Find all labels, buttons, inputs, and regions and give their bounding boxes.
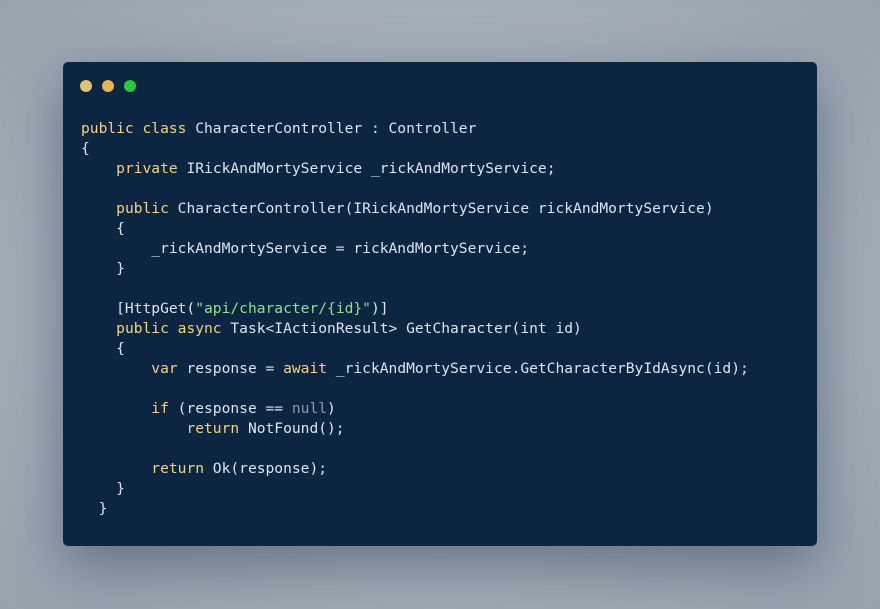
code-null: null [291,400,328,417]
code-line: var response = await _rickAndMortyServic… [81,359,749,379]
close-dot-icon[interactable] [80,80,92,92]
code-keyword: await [283,360,328,377]
code-line: return NotFound(); [81,419,749,439]
code-line: { [81,219,749,239]
code-text: } [81,480,125,497]
code-text: (response == [168,400,292,417]
code-text: } [81,500,108,517]
code-string: "api/character/{id}" [195,300,371,317]
code-text: _rickAndMortyService.GetCharacterByIdAsy… [327,360,749,377]
code-line: { [81,339,749,359]
code-keyword: var [151,360,178,377]
code-text: CharacterController : Controller [186,120,477,137]
code-line: } [81,259,749,279]
code-text: response = [177,360,284,377]
code-line: _rickAndMortyService = rickAndMortyServi… [81,239,749,259]
code-text: { [81,220,125,237]
code-text: CharacterController(IRickAndMortyService… [168,200,714,217]
code-line: } [81,499,749,519]
maximize-dot-icon[interactable] [124,80,136,92]
code-text: { [81,140,90,157]
code-text: Task<IActionResult> GetCharacter(int id) [221,320,582,337]
code-text: [HttpGet( [81,300,196,317]
code-line: if (response == null) [81,399,749,419]
code-line: [HttpGet("api/character/{id}")] [81,299,749,319]
code-keyword: if [151,400,169,417]
minimize-dot-icon[interactable] [102,80,114,92]
code-text: ) [327,400,336,417]
code-line: return Ok(response); [81,459,749,479]
code-text: _rickAndMortyService = rickAndMortyServi… [81,240,530,257]
code-text: NotFound(); [239,420,345,437]
code-text: { [81,340,125,357]
code-line: } [81,479,749,499]
code-window: public class CharacterController : Contr… [63,62,817,546]
code-text: )] [370,300,389,317]
code-line: private IRickAndMortyService _rickAndMor… [81,159,749,179]
code-line: public CharacterController(IRickAndMorty… [81,199,749,219]
code-text: } [81,260,125,277]
code-line: public class CharacterController : Contr… [81,119,749,139]
code-text: Ok(response); [204,460,328,477]
code-text: IRickAndMortyService _rickAndMortyServic… [177,160,556,177]
code-keyword: public [116,200,169,217]
code-keyword: public async [116,320,222,337]
code-keyword: private [116,160,178,177]
window-controls [80,80,146,92]
code-block: public class CharacterController : Contr… [81,119,749,519]
code-line: public async Task<IActionResult> GetChar… [81,319,749,339]
code-line: { [81,139,749,159]
code-keyword: return [151,460,205,477]
code-keyword: public class [81,120,187,137]
code-keyword: return [186,420,240,437]
